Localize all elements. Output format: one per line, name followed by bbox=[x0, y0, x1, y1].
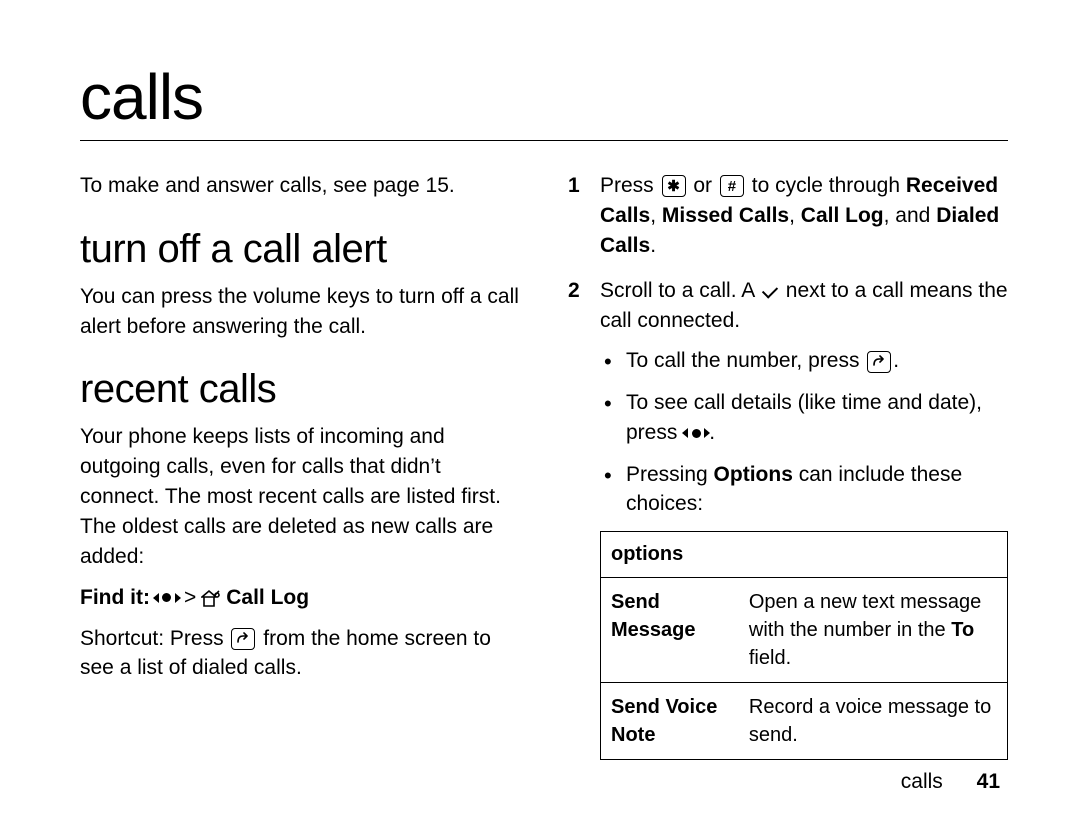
sub3-a: Pressing bbox=[626, 463, 708, 486]
step-1: 1 Press ✱ or # to cycle through Received… bbox=[568, 171, 1008, 260]
right-column: 1 Press ✱ or # to cycle through Received… bbox=[568, 171, 1008, 776]
opt-desc: Open a new text message with the number … bbox=[739, 577, 1008, 682]
step1-missed: Missed Calls bbox=[662, 204, 789, 227]
check-icon bbox=[760, 283, 780, 301]
step-2: 2 Scroll to a call. A next to a call mea… bbox=[568, 276, 1008, 759]
opt-name: Send Voice Note bbox=[601, 682, 739, 759]
nav-center-icon bbox=[154, 587, 180, 609]
shortcut-line: Shortcut: Press from the home screen to … bbox=[80, 624, 520, 684]
step1-a: Press bbox=[600, 174, 654, 197]
table-row: Send Message Open a new text message wit… bbox=[601, 577, 1008, 682]
table-row: Send Voice Note Record a voice message t… bbox=[601, 682, 1008, 759]
heading-recent-calls: recent calls bbox=[80, 367, 520, 412]
step2-a: Scroll to a call. A bbox=[600, 279, 754, 302]
opt-desc-a: Open a new text message with the number … bbox=[749, 591, 981, 641]
gt-symbol: > bbox=[184, 586, 196, 610]
sub2-a: To see call details (like time and date)… bbox=[626, 391, 982, 444]
hash-key-icon: # bbox=[720, 175, 744, 197]
divider bbox=[80, 140, 1008, 141]
nav-center-icon bbox=[683, 422, 709, 444]
options-header: options bbox=[601, 532, 1008, 577]
step1-calllog: Call Log bbox=[801, 204, 884, 227]
find-it-calllog: Call Log bbox=[226, 586, 309, 610]
step-number: 1 bbox=[568, 171, 586, 260]
step1-b: to cycle through bbox=[752, 174, 900, 197]
sub-item-details: To see call details (like time and date)… bbox=[600, 388, 1008, 448]
alert-body: You can press the volume keys to turn of… bbox=[80, 282, 520, 342]
step1-or: or bbox=[693, 174, 712, 197]
opt-desc-a: Record a voice message to send. bbox=[749, 696, 991, 746]
shortcut-a: Press bbox=[170, 627, 224, 650]
step1-and: , and bbox=[884, 204, 931, 227]
recent-body: Your phone keeps lists of incoming and o… bbox=[80, 422, 520, 571]
chapter-title: calls bbox=[80, 60, 1008, 134]
find-it-line: Find it: > Call Log bbox=[80, 586, 520, 610]
shortcut-label: Shortcut: bbox=[80, 627, 164, 650]
send-key-icon bbox=[231, 628, 255, 650]
left-column: To make and answer calls, see page 15. t… bbox=[80, 171, 520, 776]
sub3-options: Options bbox=[714, 463, 793, 486]
step-number: 2 bbox=[568, 276, 586, 759]
two-column-layout: To make and answer calls, see page 15. t… bbox=[80, 171, 1008, 776]
page-number: 41 bbox=[977, 770, 1000, 793]
sub-item-options: Pressing Options can include these choic… bbox=[600, 460, 1008, 520]
find-it-label: Find it: bbox=[80, 586, 150, 610]
send-key-icon bbox=[867, 351, 891, 373]
table-header-row: options bbox=[601, 532, 1008, 577]
opt-name: Send Message bbox=[601, 577, 739, 682]
steps-list: 1 Press ✱ or # to cycle through Received… bbox=[568, 171, 1008, 760]
sub-item-call: To call the number, press . bbox=[600, 346, 1008, 376]
footer-section: calls bbox=[901, 770, 943, 793]
intro-text: To make and answer calls, see page 15. bbox=[80, 171, 520, 201]
options-table: options Send Message Open a new text mes… bbox=[600, 531, 1008, 759]
step1-dialed: Dialed Calls bbox=[600, 204, 999, 257]
opt-desc-b: To bbox=[951, 619, 974, 641]
page-footer: calls 41 bbox=[901, 770, 1000, 794]
star-key-icon: ✱ bbox=[662, 175, 686, 197]
opt-desc-c: field. bbox=[749, 647, 791, 669]
opt-desc: Record a voice message to send. bbox=[739, 682, 1008, 759]
heading-turn-off-alert: turn off a call alert bbox=[80, 227, 520, 272]
sub-list: To call the number, press . To see call … bbox=[600, 346, 1008, 519]
manual-page: calls To make and answer calls, see page… bbox=[0, 0, 1080, 816]
sub1-a: To call the number, press bbox=[626, 349, 859, 372]
tools-icon bbox=[200, 588, 222, 608]
